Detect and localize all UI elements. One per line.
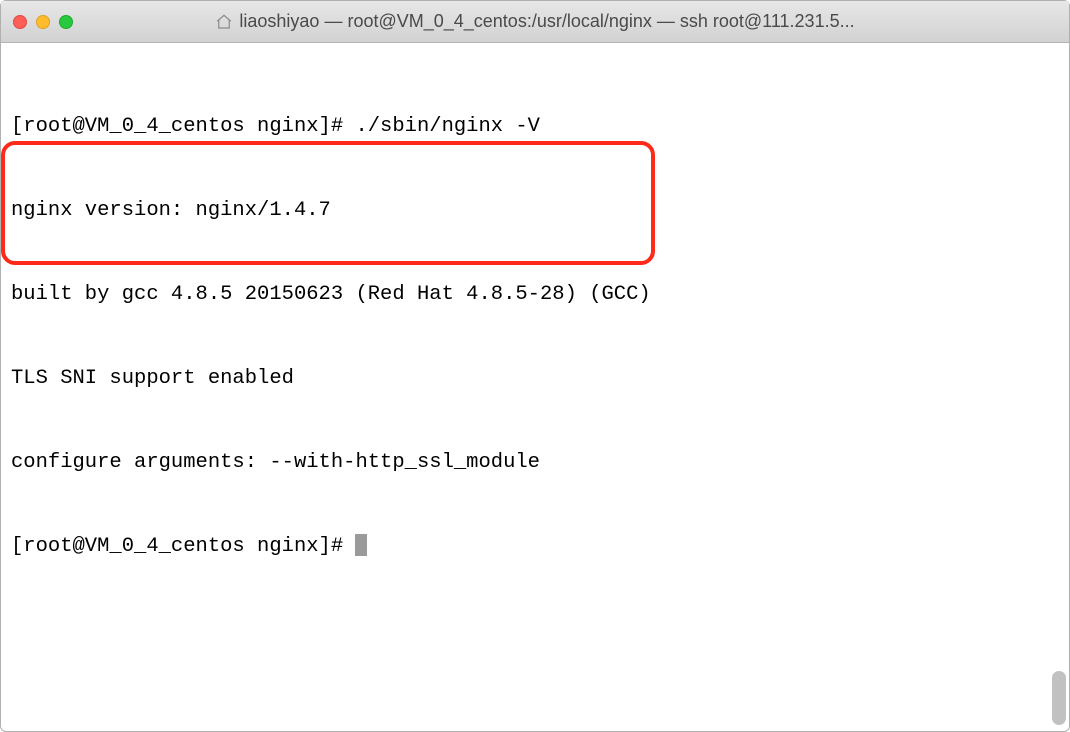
home-icon xyxy=(215,13,233,31)
window-title-wrap: liaoshiyao — root@VM_0_4_centos:/usr/loc… xyxy=(1,11,1069,32)
minimize-button[interactable] xyxy=(36,15,50,29)
terminal-prompt-line: [root@VM_0_4_centos nginx]# xyxy=(11,533,1059,561)
terminal-area[interactable]: [root@VM_0_4_centos nginx]# ./sbin/nginx… xyxy=(1,43,1069,731)
terminal-prompt: [root@VM_0_4_centos nginx]# xyxy=(11,535,355,558)
terminal-line: TLS SNI support enabled xyxy=(11,365,1059,393)
close-button[interactable] xyxy=(13,15,27,29)
terminal-line: configure arguments: --with-http_ssl_mod… xyxy=(11,449,1059,477)
cursor-icon xyxy=(355,534,367,556)
maximize-button[interactable] xyxy=(59,15,73,29)
terminal-line: [root@VM_0_4_centos nginx]# ./sbin/nginx… xyxy=(11,113,1059,141)
window-title: liaoshiyao — root@VM_0_4_centos:/usr/loc… xyxy=(239,11,854,32)
terminal-line: nginx version: nginx/1.4.7 xyxy=(11,197,1059,225)
vertical-scrollbar[interactable] xyxy=(1052,671,1066,725)
window-titlebar: liaoshiyao — root@VM_0_4_centos:/usr/loc… xyxy=(1,1,1069,43)
terminal-line: built by gcc 4.8.5 20150623 (Red Hat 4.8… xyxy=(11,281,1059,309)
traffic-lights xyxy=(13,15,73,29)
